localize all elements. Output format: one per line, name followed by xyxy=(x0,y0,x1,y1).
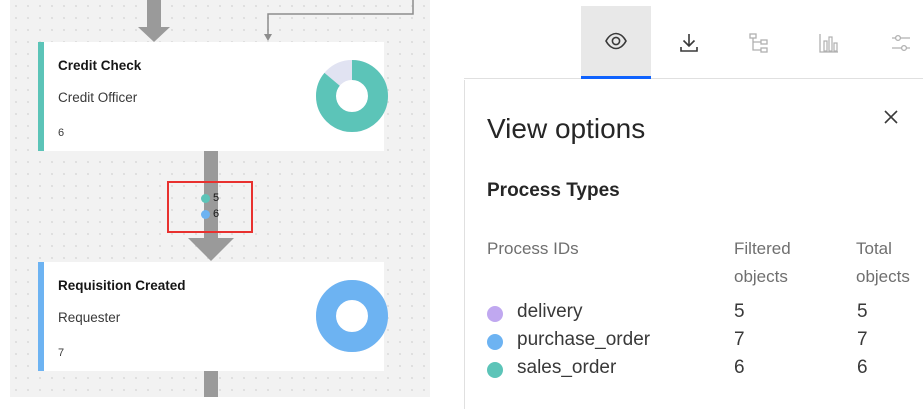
edge-count-dot xyxy=(201,193,210,203)
total-count: 7 xyxy=(857,329,868,350)
edge-count-row: 5 xyxy=(201,191,219,205)
filter-settings-button[interactable] xyxy=(866,6,923,79)
view-options-panel: View options Process Types Process IDs F… xyxy=(464,80,923,409)
close-icon xyxy=(884,110,898,124)
process-id: delivery xyxy=(517,301,583,322)
legend-dot xyxy=(487,334,503,350)
process-type-row[interactable]: delivery 5 5 xyxy=(487,301,923,327)
section-title: Process Types xyxy=(487,180,620,201)
donut-arc xyxy=(316,280,388,352)
card-title: Requisition Created xyxy=(58,278,186,293)
close-button[interactable] xyxy=(881,108,901,128)
edge-count-value: 6 xyxy=(213,208,220,220)
column-header-filtered: Filtered objects xyxy=(734,235,791,291)
edge-arrowhead-thin xyxy=(264,34,272,41)
process-type-row[interactable]: purchase_order 7 7 xyxy=(487,329,923,355)
card-role: Credit Officer xyxy=(58,90,138,105)
column-header-line: objects xyxy=(734,267,788,286)
panel-title: View options xyxy=(487,113,646,144)
total-count: 5 xyxy=(857,301,868,322)
process-tree-icon xyxy=(749,32,768,53)
filtered-count: 5 xyxy=(734,301,745,322)
column-header-line: Total xyxy=(856,239,892,258)
donut-chart xyxy=(316,60,388,132)
card-stripe xyxy=(38,262,44,371)
toolbar xyxy=(464,0,923,79)
edge-arrowhead-middle xyxy=(188,238,234,261)
process-id: sales_order xyxy=(517,357,617,378)
process-flow-canvas[interactable]: Credit Check Credit Officer 6 5 6 Requis… xyxy=(10,0,430,397)
legend-dot xyxy=(487,306,503,322)
edge-connector-top xyxy=(147,0,161,28)
process-type-row[interactable]: sales_order 6 6 xyxy=(487,357,923,383)
process-id: purchase_order xyxy=(517,329,651,350)
view-options-tab[interactable] xyxy=(581,6,651,79)
column-header-line: Filtered xyxy=(734,239,791,258)
edge-arrowhead-top xyxy=(138,27,170,42)
eye-icon xyxy=(605,32,627,50)
card-stripe xyxy=(38,42,44,151)
legend-dot xyxy=(487,362,503,378)
bar-chart-button[interactable] xyxy=(794,6,864,79)
activity-card-requisition-created[interactable]: Requisition Created Requester 7 xyxy=(38,262,388,371)
download-button[interactable] xyxy=(654,6,724,79)
total-count: 6 xyxy=(857,357,868,378)
bar-chart-icon xyxy=(819,33,838,53)
edge-count-value: 5 xyxy=(213,192,220,204)
column-header-line: objects xyxy=(856,267,910,286)
column-header-process-ids: Process IDs xyxy=(487,239,579,258)
edge-count-dot xyxy=(201,209,210,219)
card-count: 6 xyxy=(58,127,65,139)
donut-chart xyxy=(316,280,388,352)
edge-connector-bottom xyxy=(204,371,218,397)
download-icon xyxy=(680,33,698,52)
filter-settings-icon xyxy=(892,34,910,51)
card-role: Requester xyxy=(58,310,121,325)
card-count: 7 xyxy=(58,347,65,359)
filtered-count: 6 xyxy=(734,357,745,378)
column-header-total: Total objects xyxy=(856,235,910,291)
filtered-count: 7 xyxy=(734,329,745,350)
edge-count-row: 6 xyxy=(201,207,219,221)
card-title: Credit Check xyxy=(58,58,142,73)
edge-connector-thin xyxy=(267,0,414,36)
process-tree-button[interactable] xyxy=(724,6,794,79)
activity-card-credit-check[interactable]: Credit Check Credit Officer 6 xyxy=(38,42,388,151)
